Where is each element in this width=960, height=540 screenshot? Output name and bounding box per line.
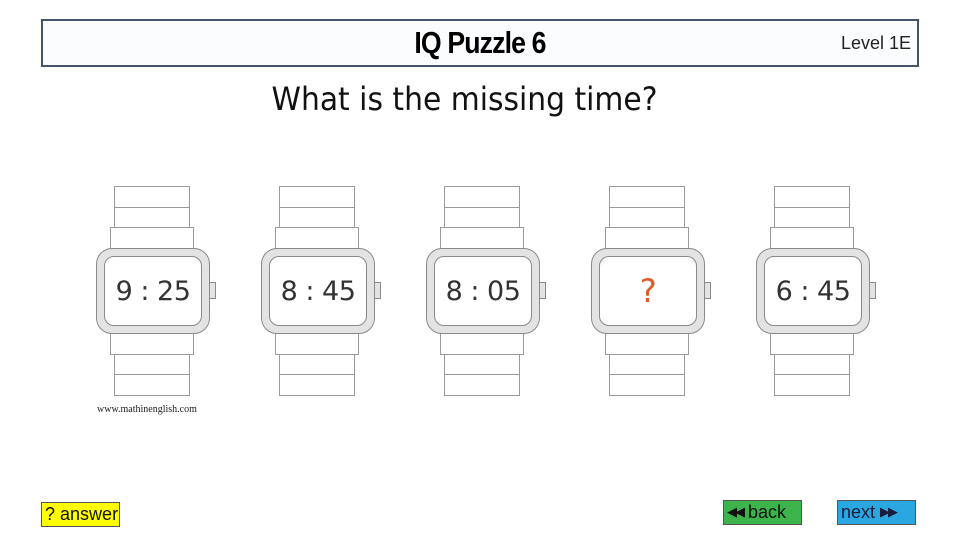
level-label: Level 1E bbox=[840, 33, 911, 53]
strap-top-upper bbox=[279, 186, 355, 208]
watch-case: 8 : 45 bbox=[261, 248, 375, 334]
back-button[interactable]: ◀◀ back bbox=[723, 500, 802, 525]
strap-bottom-upper bbox=[114, 354, 190, 375]
lug-top bbox=[275, 227, 359, 249]
strap-bottom-upper bbox=[444, 354, 520, 375]
question-text: What is the missing time? bbox=[0, 80, 930, 118]
strap-bottom-upper bbox=[774, 354, 850, 375]
next-label: next bbox=[841, 502, 876, 522]
lug-bottom bbox=[770, 333, 854, 355]
next-button[interactable]: next ▶▶ bbox=[837, 500, 916, 525]
watch-crown bbox=[209, 282, 216, 299]
strap-bottom-lower bbox=[609, 374, 685, 396]
back-label: back bbox=[748, 502, 787, 522]
lug-top bbox=[440, 227, 524, 249]
strap-bottom-upper bbox=[609, 354, 685, 375]
time-display: 9 : 25 bbox=[104, 256, 202, 326]
strap-top-upper bbox=[114, 186, 190, 208]
strap-bottom-lower bbox=[114, 374, 190, 396]
double-right-triangle-icon: ▶▶ bbox=[880, 504, 898, 519]
watch-case: 9 : 25 bbox=[96, 248, 210, 334]
missing-time-display: ? bbox=[599, 256, 697, 326]
lug-bottom bbox=[605, 333, 689, 355]
page-title: IQ Puzzle 6 bbox=[414, 25, 546, 60]
answer-label: answer bbox=[60, 504, 119, 524]
strap-top-upper bbox=[444, 186, 520, 208]
watch-crown bbox=[374, 282, 381, 299]
strap-top-lower bbox=[279, 207, 355, 228]
question-mark-icon: ? bbox=[45, 504, 56, 524]
watch-crown bbox=[704, 282, 711, 299]
strap-bottom-lower bbox=[444, 374, 520, 396]
watch-crown bbox=[869, 282, 876, 299]
strap-top-upper bbox=[774, 186, 850, 208]
watch-case: ? bbox=[591, 248, 705, 334]
watch: ? bbox=[591, 186, 715, 396]
time-display: 6 : 45 bbox=[764, 256, 862, 326]
lug-top bbox=[605, 227, 689, 249]
lug-top bbox=[110, 227, 194, 249]
watch-case: 6 : 45 bbox=[756, 248, 870, 334]
watch-case: 8 : 05 bbox=[426, 248, 540, 334]
double-left-triangle-icon: ◀◀ bbox=[727, 504, 745, 519]
watch: 8 : 05 bbox=[426, 186, 550, 396]
lug-top bbox=[770, 227, 854, 249]
strap-bottom-lower bbox=[279, 374, 355, 396]
watch-crown bbox=[539, 282, 546, 299]
time-display: 8 : 05 bbox=[434, 256, 532, 326]
question-label: What is the missing time? bbox=[272, 80, 658, 118]
strap-top-lower bbox=[114, 207, 190, 228]
strap-top-lower bbox=[444, 207, 520, 228]
watch: 6 : 45 bbox=[756, 186, 880, 396]
time-display: 8 : 45 bbox=[269, 256, 367, 326]
strap-bottom-upper bbox=[279, 354, 355, 375]
strap-top-upper bbox=[609, 186, 685, 208]
answer-button[interactable]: ? answer bbox=[41, 502, 120, 527]
title-bar: IQ Puzzle 6 Level 1E bbox=[41, 19, 919, 67]
watch: 9 : 25 bbox=[96, 186, 220, 396]
credit-text: www.mathinenglish.com bbox=[97, 404, 197, 415]
lug-bottom bbox=[275, 333, 359, 355]
strap-top-lower bbox=[609, 207, 685, 228]
lug-bottom bbox=[440, 333, 524, 355]
strap-bottom-lower bbox=[774, 374, 850, 396]
watch: 8 : 45 bbox=[261, 186, 385, 396]
strap-top-lower bbox=[774, 207, 850, 228]
lug-bottom bbox=[110, 333, 194, 355]
